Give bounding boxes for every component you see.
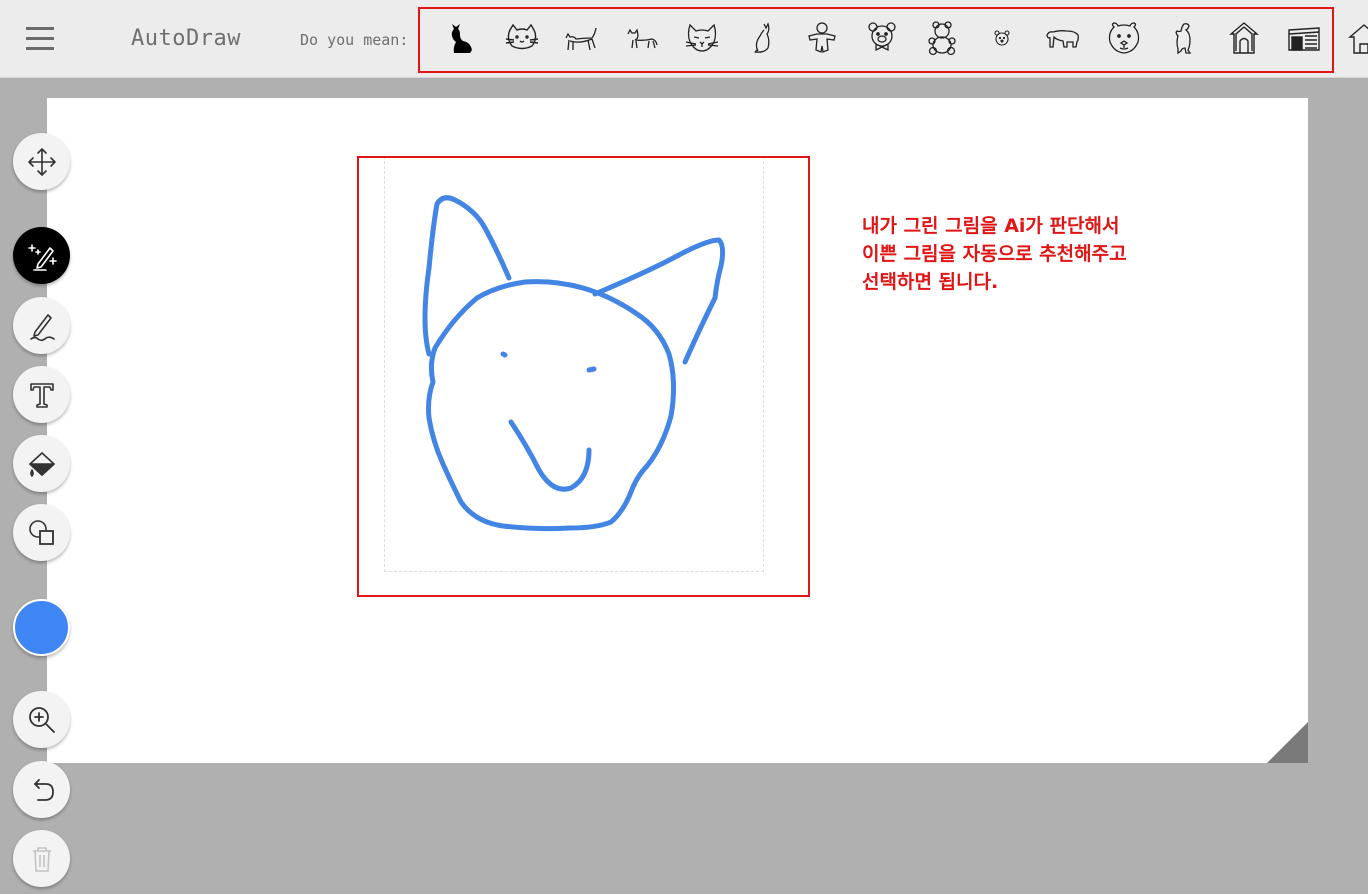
move-tool-button[interactable]: [13, 133, 70, 190]
magic-pen-icon: [27, 243, 57, 271]
do-you-mean-label: Do you mean:: [300, 31, 409, 49]
annotation-line: 선택하면 됩니다.: [862, 271, 999, 293]
move-arrows-icon: [27, 147, 56, 176]
pencil-icon: [29, 313, 55, 341]
paint-bucket-icon: [28, 451, 55, 477]
delete-tool-button[interactable]: [13, 830, 70, 887]
zoom-in-icon: [28, 706, 55, 733]
draw-tool-button[interactable]: [13, 297, 70, 354]
app-title: AutoDraw: [131, 26, 241, 51]
house-icon[interactable]: [1344, 18, 1368, 58]
shape-tool-button[interactable]: [13, 504, 70, 561]
menu-icon[interactable]: [26, 27, 54, 53]
autodraw-tool-button[interactable]: [13, 227, 70, 284]
annotation-line: 이쁜 그림을 자동으로 추천해주고: [862, 243, 1127, 265]
canvas-resize-handle[interactable]: [1267, 722, 1308, 763]
annotation-line: 내가 그린 그림을 Ai가 판단해서: [862, 215, 1120, 237]
shapes-icon: [28, 519, 54, 545]
undo-tool-button[interactable]: [13, 761, 70, 818]
undo-icon: [33, 778, 54, 801]
zoom-tool-button[interactable]: [13, 691, 70, 748]
trash-icon: [32, 846, 51, 872]
annotation-text: 내가 그린 그림을 Ai가 판단해서 이쁜 그림을 자동으로 추천해주고 선택하…: [862, 212, 1282, 296]
fill-tool-button[interactable]: [13, 435, 70, 492]
text-icon: [29, 382, 54, 408]
sketch-highlight-box: [357, 156, 810, 597]
color-picker-button[interactable]: [13, 599, 70, 656]
top-bar: AutoDraw Do you mean:: [0, 0, 1368, 78]
suggestions-highlight-box: [418, 7, 1334, 73]
type-tool-button[interactable]: [13, 366, 70, 423]
